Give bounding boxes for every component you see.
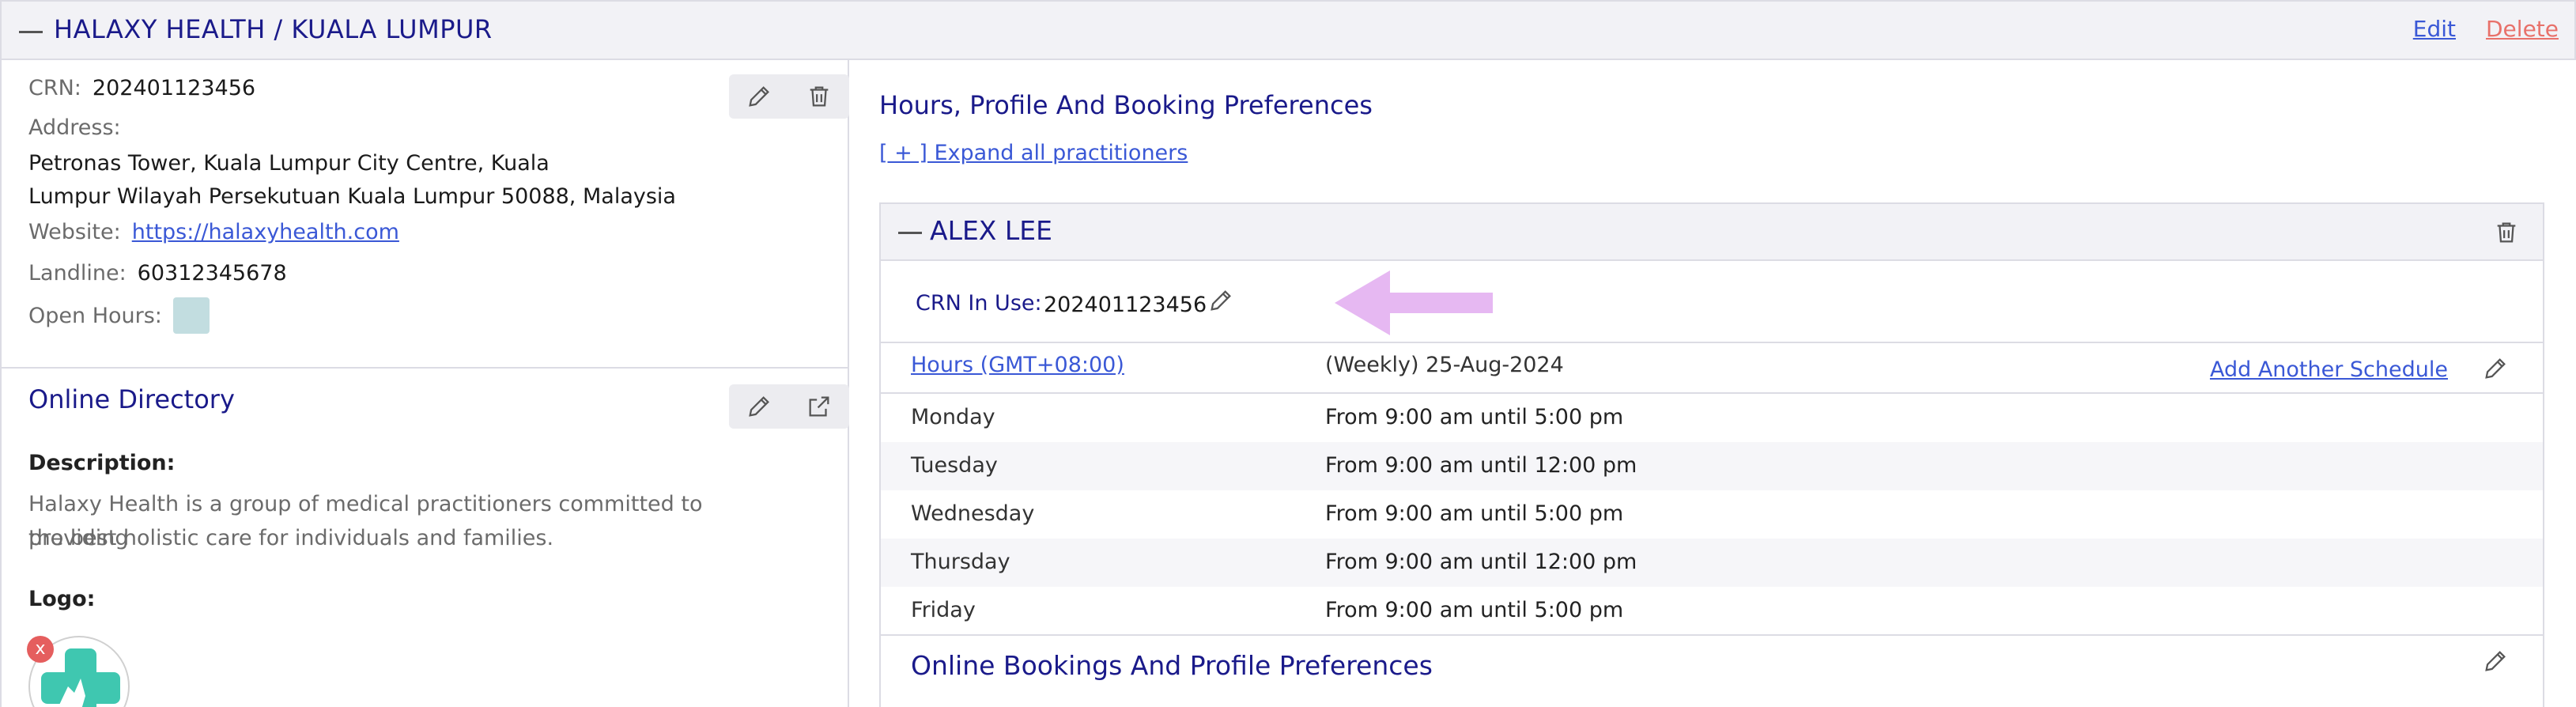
description-label: Description: <box>28 451 176 475</box>
org-title: HALAXY HEALTH / KUALA LUMPUR <box>54 14 493 44</box>
online-bookings-title: Online Bookings And Profile Preferences <box>911 650 1433 681</box>
org-details-actions <box>729 74 849 119</box>
pencil-icon[interactable] <box>2480 645 2511 677</box>
practitioner-name: ALEX LEE <box>930 215 1052 246</box>
delete-link[interactable]: Delete <box>2486 16 2559 42</box>
hours-timezone-link[interactable]: Hours (GMT+08:00) <box>911 353 1124 377</box>
practitioner-card: ALEX LEE CRN In Use: 202401123456 Hours … <box>879 202 2544 707</box>
schedule-time: From 9:00 am until 12:00 pm <box>1325 453 1637 478</box>
schedule-time: From 9:00 am until 5:00 pm <box>1325 405 1624 429</box>
address-line-2: Lumpur Wilayah Persekutuan Kuala Lumpur … <box>28 184 676 209</box>
schedule-day: Friday <box>911 598 976 622</box>
schedule-time: From 9:00 am until 12:00 pm <box>1325 550 1637 574</box>
schedule-time: From 9:00 am until 5:00 pm <box>1325 598 1624 622</box>
logo-label: Logo: <box>28 587 96 611</box>
hours-header-row: Hours (GMT+08:00) (Weekly) 25-Aug-2024 A… <box>881 343 2543 394</box>
crn-label: CRN: <box>28 76 81 100</box>
org-header-bar: HALAXY HEALTH / KUALA LUMPUR Edit Delete <box>0 0 2576 60</box>
open-hours-row: Open Hours: <box>28 297 210 334</box>
expand-all-link[interactable]: [ + ] Expand all practitioners <box>879 141 1188 165</box>
description-line-2: the best holistic care for individuals a… <box>28 526 554 550</box>
schedule-row: Wednesday From 9:00 am until 5:00 pm <box>881 490 2543 539</box>
schedule-row: Friday From 9:00 am until 5:00 pm <box>881 587 2543 635</box>
pencil-icon[interactable] <box>1205 285 1237 316</box>
schedule-row: Monday From 9:00 am until 5:00 pm <box>881 394 2543 442</box>
crn-row: CRN: 202401123456 <box>28 76 255 100</box>
schedule-day: Tuesday <box>911 453 998 478</box>
address-label-row: Address: <box>28 115 121 140</box>
website-link[interactable]: https://halaxyhealth.com <box>132 220 399 244</box>
crn-in-use-value: 202401123456 <box>1044 293 1207 317</box>
crn-in-use-label: CRN In Use: <box>916 291 1042 316</box>
divider <box>2 367 849 369</box>
arrow-left-icon <box>1335 270 1493 335</box>
pencil-icon[interactable] <box>743 81 775 112</box>
pencil-icon[interactable] <box>2480 353 2511 384</box>
directory-actions <box>729 384 849 429</box>
landline-value: 60312345678 <box>137 261 287 285</box>
org-details-panel: CRN: 202401123456 Address: Petronas Towe… <box>0 60 849 707</box>
crn-in-use-row: CRN In Use: 202401123456 <box>881 261 2543 343</box>
online-directory-title: Online Directory <box>28 384 235 414</box>
schedule-day: Thursday <box>911 550 1010 574</box>
schedule-time: From 9:00 am until 5:00 pm <box>1325 501 1624 526</box>
schedule-day: Monday <box>911 405 995 429</box>
trash-icon[interactable] <box>2491 217 2522 248</box>
address-line-1: Petronas Tower, Kuala Lumpur City Centre… <box>28 151 550 176</box>
schedule-row: Thursday From 9:00 am until 12:00 pm <box>881 539 2543 587</box>
edit-link[interactable]: Edit <box>2413 16 2456 42</box>
landline-row: Landline: 60312345678 <box>28 261 287 285</box>
trash-icon[interactable] <box>803 81 835 112</box>
practitioner-header: ALEX LEE <box>881 204 2543 261</box>
schedule-row: Tuesday From 9:00 am until 12:00 pm <box>881 442 2543 490</box>
address-label: Address: <box>28 115 121 140</box>
online-bookings-section: Online Bookings And Profile Preferences <box>881 634 2543 698</box>
website-row: Website: https://halaxyhealth.com <box>28 220 399 244</box>
preferences-panel: Hours, Profile And Booking Preferences [… <box>849 60 2576 707</box>
schedule-label: (Weekly) 25-Aug-2024 <box>1325 353 1564 377</box>
schedule-day: Wednesday <box>911 501 1035 526</box>
collapse-icon[interactable] <box>898 232 922 234</box>
preferences-title: Hours, Profile And Booking Preferences <box>879 90 1373 120</box>
add-schedule-link[interactable]: Add Another Schedule <box>2210 357 2448 382</box>
collapse-icon[interactable] <box>19 31 43 33</box>
remove-logo-button[interactable]: x <box>27 636 54 663</box>
open-hours-label: Open Hours: <box>28 303 162 328</box>
website-label: Website: <box>28 220 121 244</box>
external-link-icon[interactable] <box>803 391 835 422</box>
crn-value: 202401123456 <box>92 76 256 100</box>
open-hours-swatch <box>172 297 210 334</box>
landline-label: Landline: <box>28 261 127 285</box>
pencil-icon[interactable] <box>743 391 775 422</box>
